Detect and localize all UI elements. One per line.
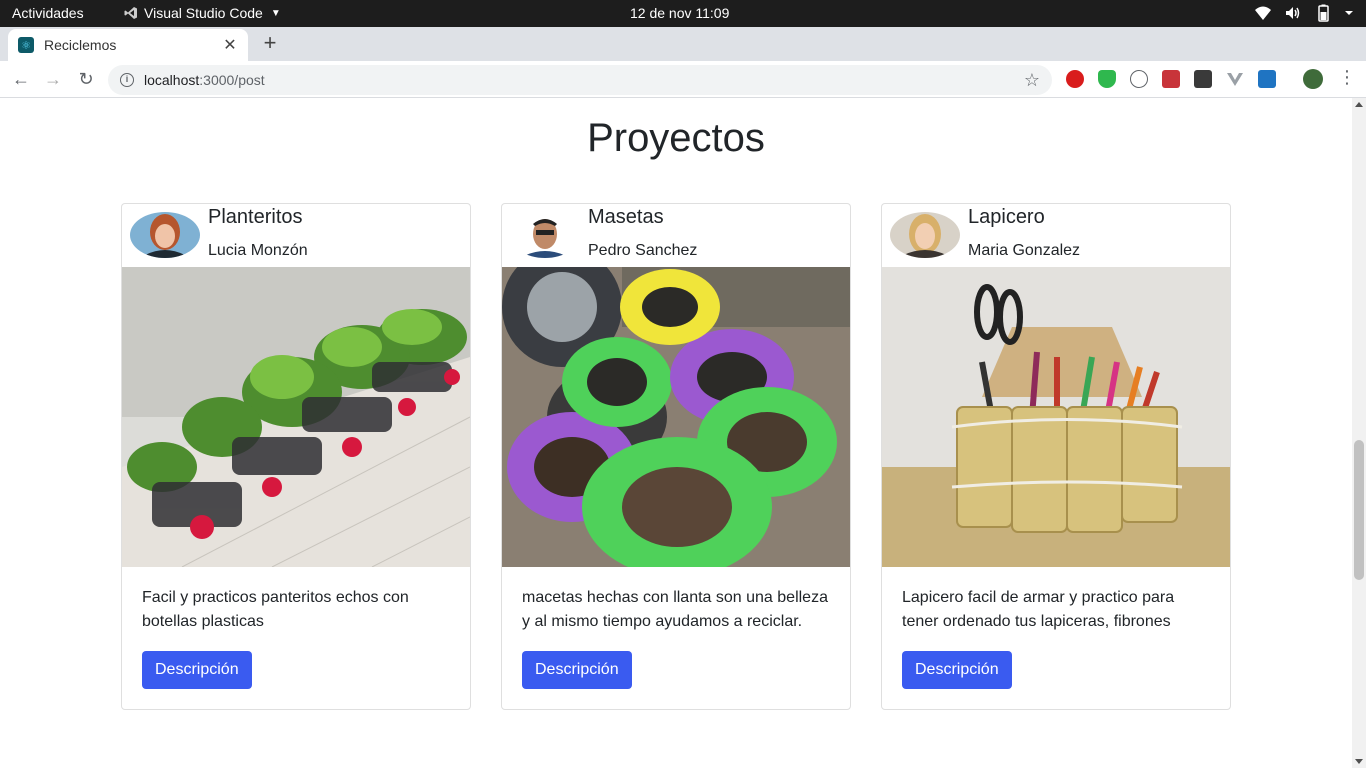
scrollbar-thumb[interactable] xyxy=(1354,440,1364,580)
card-header: Planteritos Lucia Monzón xyxy=(122,204,470,268)
reload-icon[interactable]: ↻ xyxy=(74,67,98,91)
battery-icon[interactable] xyxy=(1314,4,1332,22)
page-viewport: Proyectos Planteritos Lucia Monzón Facil… xyxy=(0,98,1352,768)
profile-avatar[interactable] xyxy=(1303,69,1323,89)
avatar xyxy=(130,212,200,258)
tab-title: Reciclemos xyxy=(44,37,117,53)
description-button[interactable]: Descripción xyxy=(902,651,1012,689)
card-title: Planteritos xyxy=(208,206,303,228)
vscode-icon xyxy=(124,7,137,19)
project-card: Masetas Pedro Sanchez macetas hechas con… xyxy=(501,203,851,710)
url-path: :3000/post xyxy=(199,72,265,88)
description-button[interactable]: Descripción xyxy=(522,651,632,689)
scroll-down-arrow-icon[interactable] xyxy=(1355,759,1363,764)
url-host: localhost xyxy=(144,72,200,88)
avatar xyxy=(510,212,580,258)
json-viewer-extension-icon[interactable] xyxy=(1130,70,1148,88)
volume-icon[interactable] xyxy=(1284,4,1302,22)
shield-extension-icon[interactable] xyxy=(1098,70,1116,88)
address-bar[interactable]: i localhost:3000/post ☆ xyxy=(108,65,1052,95)
power-menu-caret-icon[interactable] xyxy=(1344,4,1354,22)
avatar xyxy=(890,212,960,258)
react-favicon-icon: ⚛ xyxy=(18,37,34,53)
page-scrollbar[interactable] xyxy=(1352,98,1366,768)
project-card: Lapicero Maria Gonzalez Lapicero facil d… xyxy=(881,203,1231,710)
card-author: Maria Gonzalez xyxy=(968,242,1081,259)
system-top-bar: Actividades Visual Studio Code ▼ 12 de n… xyxy=(0,0,1366,27)
more-menu-icon[interactable]: ⋮ xyxy=(1338,67,1356,88)
clock[interactable]: 12 de nov 11:09 xyxy=(630,5,729,21)
card-image xyxy=(882,267,1230,567)
new-tab-button[interactable]: + xyxy=(258,31,282,55)
card-title: Lapicero xyxy=(968,206,1045,228)
project-card: Planteritos Lucia Monzón Facil y practic… xyxy=(121,203,471,710)
tab-strip: ⚛ Reciclemos ✕ + xyxy=(0,27,1366,61)
card-description: Lapicero facil de armar y practico para … xyxy=(902,589,1175,630)
browser-tab[interactable]: ⚛ Reciclemos ✕ xyxy=(8,29,248,61)
forward-arrow-icon[interactable]: → xyxy=(41,67,65,91)
back-arrow-icon[interactable]: ← xyxy=(9,67,33,91)
card-header: Lapicero Maria Gonzalez xyxy=(882,204,1230,268)
close-tab-icon[interactable]: ✕ xyxy=(222,35,238,55)
card-description: Facil y practicos panteritos echos con b… xyxy=(142,589,409,630)
system-tray[interactable] xyxy=(1254,4,1354,22)
scroll-up-arrow-icon[interactable] xyxy=(1355,102,1363,107)
description-button[interactable]: Descripción xyxy=(142,651,252,689)
activities-button[interactable]: Actividades xyxy=(12,5,84,21)
card-author: Pedro Sanchez xyxy=(588,242,698,259)
card-title: Masetas xyxy=(588,206,664,228)
card-author: Lucia Monzón xyxy=(208,242,308,259)
app-menu[interactable]: Visual Studio Code ▼ xyxy=(124,5,281,21)
blue-extension-icon[interactable] xyxy=(1258,70,1276,88)
info-icon[interactable]: i xyxy=(120,73,134,87)
card-header: Masetas Pedro Sanchez xyxy=(502,204,850,268)
vue-devtools-extension-icon[interactable] xyxy=(1226,70,1244,88)
card-description: macetas hechas con llanta son una bellez… xyxy=(522,589,828,630)
card-image xyxy=(122,267,470,567)
browser-toolbar: ← → ↻ i localhost:3000/post ☆ ⋮ xyxy=(0,61,1366,98)
card-image xyxy=(502,267,850,567)
page-title: Proyectos xyxy=(587,116,765,160)
selenium-extension-icon[interactable] xyxy=(1194,70,1212,88)
bookmark-star-icon[interactable]: ☆ xyxy=(1024,70,1040,91)
wifi-icon[interactable] xyxy=(1254,4,1272,22)
app-name: Visual Studio Code xyxy=(144,5,263,21)
chevron-down-icon: ▼ xyxy=(270,7,281,19)
adblock-plus-extension-icon[interactable] xyxy=(1066,70,1084,88)
red-extension-icon[interactable] xyxy=(1162,70,1180,88)
